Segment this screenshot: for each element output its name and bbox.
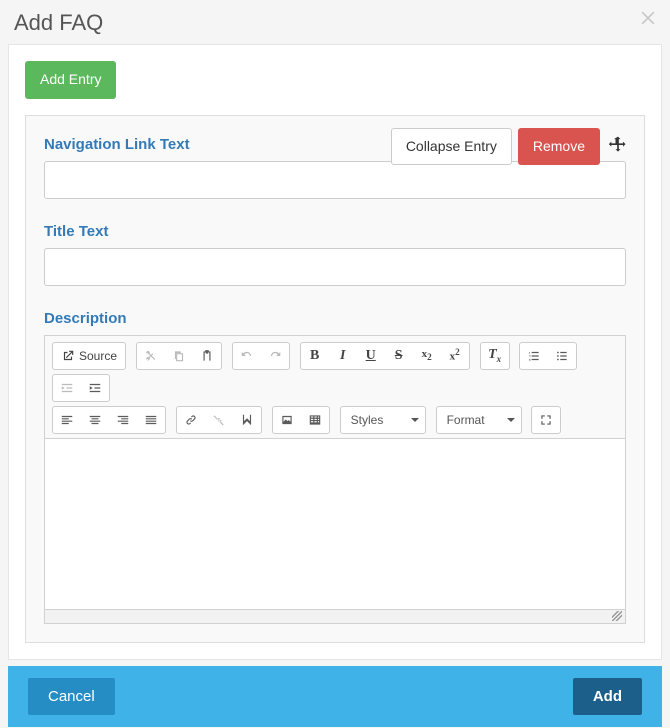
title-text-input[interactable] (44, 248, 626, 286)
anchor-icon[interactable] (233, 407, 261, 433)
add-faq-modal: Add FAQ Add Entry Collapse Entry Remove … (0, 0, 670, 727)
modal-body: Add Entry Collapse Entry Remove Navigati… (8, 44, 662, 660)
bullet-list-icon[interactable] (548, 343, 576, 369)
format-dropdown[interactable]: Format (436, 406, 522, 434)
outdent-icon[interactable] (53, 375, 81, 401)
modal-footer: Cancel Add (8, 666, 662, 727)
move-icon[interactable] (606, 133, 630, 160)
align-right-icon[interactable] (109, 407, 137, 433)
indent-icon[interactable] (81, 375, 109, 401)
resize-handle[interactable] (45, 609, 625, 623)
copy-icon[interactable] (165, 343, 193, 369)
description-label: Description (44, 310, 626, 327)
paste-icon[interactable] (193, 343, 221, 369)
redo-icon[interactable] (261, 343, 289, 369)
remove-entry-button[interactable]: Remove (518, 128, 600, 166)
table-icon[interactable] (301, 407, 329, 433)
undo-icon[interactable] (233, 343, 261, 369)
faq-entry: Collapse Entry Remove Navigation Link Te… (25, 115, 645, 643)
cut-icon[interactable] (137, 343, 165, 369)
description-input[interactable] (45, 439, 625, 609)
source-button[interactable]: Source (53, 343, 125, 369)
format-label: Format (447, 414, 485, 426)
align-center-icon[interactable] (81, 407, 109, 433)
close-icon[interactable] (638, 8, 658, 31)
subscript-icon[interactable]: x2 (413, 343, 441, 369)
numbered-list-icon[interactable] (520, 343, 548, 369)
rich-text-editor: Source B I U (44, 335, 626, 624)
collapse-entry-button[interactable]: Collapse Entry (391, 128, 512, 166)
strike-icon[interactable]: S (385, 343, 413, 369)
add-entry-button[interactable]: Add Entry (25, 61, 116, 99)
bold-icon[interactable]: B (301, 343, 329, 369)
underline-icon[interactable]: U (357, 343, 385, 369)
chevron-down-icon (411, 418, 419, 422)
chevron-down-icon (507, 418, 515, 422)
modal-header: Add FAQ (0, 0, 670, 44)
entry-controls: Collapse Entry Remove (391, 128, 630, 166)
remove-format-icon[interactable]: Tx (481, 343, 509, 369)
modal-title: Add FAQ (14, 10, 656, 36)
superscript-icon[interactable]: x2 (441, 343, 469, 369)
nav-link-input[interactable] (44, 161, 626, 199)
cancel-button[interactable]: Cancel (28, 678, 115, 715)
link-icon[interactable] (177, 407, 205, 433)
unlink-icon[interactable] (205, 407, 233, 433)
styles-label: Styles (351, 414, 384, 426)
styles-dropdown[interactable]: Styles (340, 406, 426, 434)
align-justify-icon[interactable] (137, 407, 165, 433)
editor-toolbar: Source B I U (45, 336, 625, 439)
add-button[interactable]: Add (573, 678, 642, 715)
maximize-icon[interactable] (532, 407, 560, 433)
align-left-icon[interactable] (53, 407, 81, 433)
title-text-label: Title Text (44, 223, 626, 240)
image-icon[interactable] (273, 407, 301, 433)
italic-icon[interactable]: I (329, 343, 357, 369)
source-label: Source (79, 350, 117, 362)
